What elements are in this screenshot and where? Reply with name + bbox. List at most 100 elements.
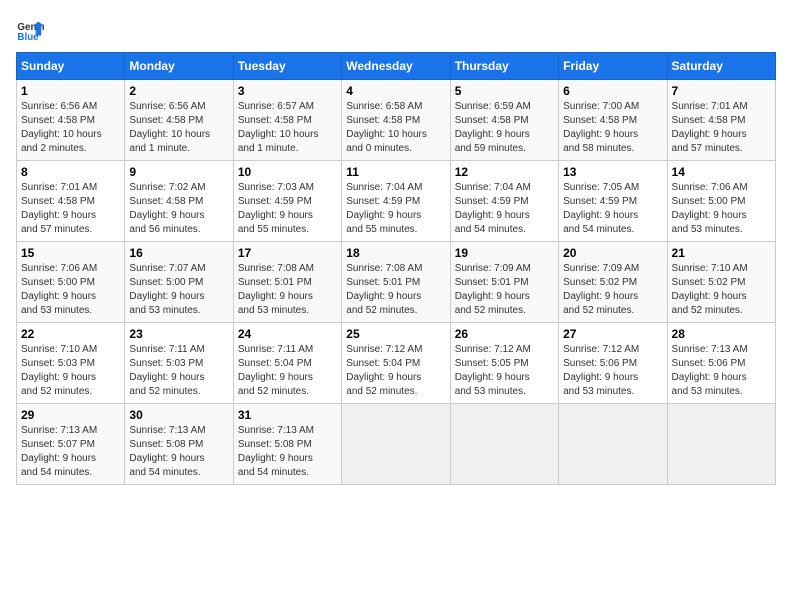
calendar-cell: 7 Sunrise: 7:01 AM Sunset: 4:58 PM Daylig… [667, 80, 775, 161]
calendar-cell: 1 Sunrise: 6:56 AM Sunset: 4:58 PM Daylig… [17, 80, 125, 161]
calendar-cell: 28 Sunrise: 7:13 AM Sunset: 5:06 PM Dayli… [667, 323, 775, 404]
calendar-cell: 6 Sunrise: 7:00 AM Sunset: 4:58 PM Daylig… [559, 80, 667, 161]
day-info: Sunrise: 7:06 AM Sunset: 5:00 PM Dayligh… [21, 262, 120, 318]
day-info: Sunrise: 7:06 AM Sunset: 5:00 PM Dayligh… [672, 181, 771, 237]
day-info: Sunrise: 7:01 AM Sunset: 4:58 PM Dayligh… [672, 100, 771, 156]
day-number: 27 [563, 327, 662, 341]
day-number: 7 [672, 84, 771, 98]
column-header-monday: Monday [125, 53, 233, 80]
calendar-cell: 21 Sunrise: 7:10 AM Sunset: 5:02 PM Dayli… [667, 242, 775, 323]
day-info: Sunrise: 7:00 AM Sunset: 4:58 PM Dayligh… [563, 100, 662, 156]
calendar-week-4: 22 Sunrise: 7:10 AM Sunset: 5:03 PM Dayli… [17, 323, 776, 404]
day-info: Sunrise: 7:04 AM Sunset: 4:59 PM Dayligh… [346, 181, 445, 237]
day-number: 24 [238, 327, 337, 341]
calendar-cell: 29 Sunrise: 7:13 AM Sunset: 5:07 PM Dayli… [17, 404, 125, 485]
column-header-wednesday: Wednesday [342, 53, 450, 80]
day-number: 1 [21, 84, 120, 98]
calendar-cell: 22 Sunrise: 7:10 AM Sunset: 5:03 PM Dayli… [17, 323, 125, 404]
day-info: Sunrise: 7:09 AM Sunset: 5:01 PM Dayligh… [455, 262, 554, 318]
calendar-cell [342, 404, 450, 485]
calendar-cell: 27 Sunrise: 7:12 AM Sunset: 5:06 PM Dayli… [559, 323, 667, 404]
day-info: Sunrise: 7:01 AM Sunset: 4:58 PM Dayligh… [21, 181, 120, 237]
column-header-sunday: Sunday [17, 53, 125, 80]
calendar-cell: 14Sunrise: 7:06 AM Sunset: 5:00 PM Dayli… [667, 161, 775, 242]
day-number: 18 [346, 246, 445, 260]
calendar-cell [667, 404, 775, 485]
calendar-table: SundayMondayTuesdayWednesdayThursdayFrid… [16, 52, 776, 485]
day-info: Sunrise: 7:10 AM Sunset: 5:02 PM Dayligh… [672, 262, 771, 318]
calendar-cell: 13Sunrise: 7:05 AM Sunset: 4:59 PM Dayli… [559, 161, 667, 242]
calendar-cell: 12Sunrise: 7:04 AM Sunset: 4:59 PM Dayli… [450, 161, 558, 242]
day-info: Sunrise: 7:09 AM Sunset: 5:02 PM Dayligh… [563, 262, 662, 318]
day-number: 10 [238, 165, 337, 179]
calendar-cell: 20Sunrise: 7:09 AM Sunset: 5:02 PM Dayli… [559, 242, 667, 323]
calendar-cell: 11 Sunrise: 7:04 AM Sunset: 4:59 PM Dayli… [342, 161, 450, 242]
day-info: Sunrise: 7:10 AM Sunset: 5:03 PM Dayligh… [21, 343, 120, 399]
calendar-cell: 23Sunrise: 7:11 AM Sunset: 5:03 PM Dayli… [125, 323, 233, 404]
day-number: 9 [129, 165, 228, 179]
day-number: 11 [346, 165, 445, 179]
day-info: Sunrise: 7:02 AM Sunset: 4:58 PM Dayligh… [129, 181, 228, 237]
day-info: Sunrise: 7:12 AM Sunset: 5:05 PM Dayligh… [455, 343, 554, 399]
day-info: Sunrise: 7:03 AM Sunset: 4:59 PM Dayligh… [238, 181, 337, 237]
day-number: 28 [672, 327, 771, 341]
day-number: 22 [21, 327, 120, 341]
day-number: 15 [21, 246, 120, 260]
day-number: 12 [455, 165, 554, 179]
page-header: General Blue [16, 16, 776, 44]
day-info: Sunrise: 7:13 AM Sunset: 5:08 PM Dayligh… [238, 424, 337, 480]
day-info: Sunrise: 7:11 AM Sunset: 5:03 PM Dayligh… [129, 343, 228, 399]
day-number: 29 [21, 408, 120, 422]
day-info: Sunrise: 6:57 AM Sunset: 4:58 PM Dayligh… [238, 100, 337, 156]
calendar-header: SundayMondayTuesdayWednesdayThursdayFrid… [17, 53, 776, 80]
calendar-week-2: 8 Sunrise: 7:01 AM Sunset: 4:58 PM Daylig… [17, 161, 776, 242]
logo: General Blue [16, 16, 44, 44]
day-number: 30 [129, 408, 228, 422]
day-number: 4 [346, 84, 445, 98]
day-number: 25 [346, 327, 445, 341]
column-header-tuesday: Tuesday [233, 53, 341, 80]
calendar-cell: 3 Sunrise: 6:57 AM Sunset: 4:58 PM Daylig… [233, 80, 341, 161]
day-info: Sunrise: 7:13 AM Sunset: 5:07 PM Dayligh… [21, 424, 120, 480]
column-header-thursday: Thursday [450, 53, 558, 80]
calendar-cell: 19Sunrise: 7:09 AM Sunset: 5:01 PM Dayli… [450, 242, 558, 323]
calendar-cell: 16 Sunrise: 7:07 AM Sunset: 5:00 PM Dayli… [125, 242, 233, 323]
calendar-cell: 25 Sunrise: 7:12 AM Sunset: 5:04 PM Dayli… [342, 323, 450, 404]
calendar-cell: 4Sunrise: 6:58 AM Sunset: 4:58 PM Daylig… [342, 80, 450, 161]
day-info: Sunrise: 6:59 AM Sunset: 4:58 PM Dayligh… [455, 100, 554, 156]
calendar-cell: 30Sunrise: 7:13 AM Sunset: 5:08 PM Dayli… [125, 404, 233, 485]
calendar-cell: 15 Sunrise: 7:06 AM Sunset: 5:00 PM Dayli… [17, 242, 125, 323]
day-number: 16 [129, 246, 228, 260]
day-number: 13 [563, 165, 662, 179]
day-number: 17 [238, 246, 337, 260]
calendar-cell: 31Sunrise: 7:13 AM Sunset: 5:08 PM Dayli… [233, 404, 341, 485]
calendar-cell [559, 404, 667, 485]
logo-icon: General Blue [16, 16, 44, 44]
calendar-cell: 26 Sunrise: 7:12 AM Sunset: 5:05 PM Dayli… [450, 323, 558, 404]
day-info: Sunrise: 6:56 AM Sunset: 4:58 PM Dayligh… [21, 100, 120, 156]
day-number: 6 [563, 84, 662, 98]
calendar-week-5: 29 Sunrise: 7:13 AM Sunset: 5:07 PM Dayli… [17, 404, 776, 485]
calendar-cell: 10 Sunrise: 7:03 AM Sunset: 4:59 PM Dayli… [233, 161, 341, 242]
column-header-friday: Friday [559, 53, 667, 80]
calendar-cell: 9 Sunrise: 7:02 AM Sunset: 4:58 PM Daylig… [125, 161, 233, 242]
day-info: Sunrise: 7:12 AM Sunset: 5:04 PM Dayligh… [346, 343, 445, 399]
day-info: Sunrise: 7:12 AM Sunset: 5:06 PM Dayligh… [563, 343, 662, 399]
calendar-week-1: 1 Sunrise: 6:56 AM Sunset: 4:58 PM Daylig… [17, 80, 776, 161]
calendar-cell: 5 Sunrise: 6:59 AM Sunset: 4:58 PM Daylig… [450, 80, 558, 161]
day-number: 26 [455, 327, 554, 341]
day-info: Sunrise: 7:08 AM Sunset: 5:01 PM Dayligh… [238, 262, 337, 318]
day-number: 8 [21, 165, 120, 179]
calendar-week-3: 15 Sunrise: 7:06 AM Sunset: 5:00 PM Dayli… [17, 242, 776, 323]
day-info: Sunrise: 7:08 AM Sunset: 5:01 PM Dayligh… [346, 262, 445, 318]
day-number: 5 [455, 84, 554, 98]
calendar-cell: 24Sunrise: 7:11 AM Sunset: 5:04 PM Dayli… [233, 323, 341, 404]
day-info: Sunrise: 7:07 AM Sunset: 5:00 PM Dayligh… [129, 262, 228, 318]
calendar-cell: 17 Sunrise: 7:08 AM Sunset: 5:01 PM Dayli… [233, 242, 341, 323]
day-number: 21 [672, 246, 771, 260]
column-header-saturday: Saturday [667, 53, 775, 80]
day-number: 3 [238, 84, 337, 98]
day-info: Sunrise: 6:56 AM Sunset: 4:58 PM Dayligh… [129, 100, 228, 156]
day-info: Sunrise: 7:13 AM Sunset: 5:06 PM Dayligh… [672, 343, 771, 399]
calendar-cell: 8 Sunrise: 7:01 AM Sunset: 4:58 PM Daylig… [17, 161, 125, 242]
